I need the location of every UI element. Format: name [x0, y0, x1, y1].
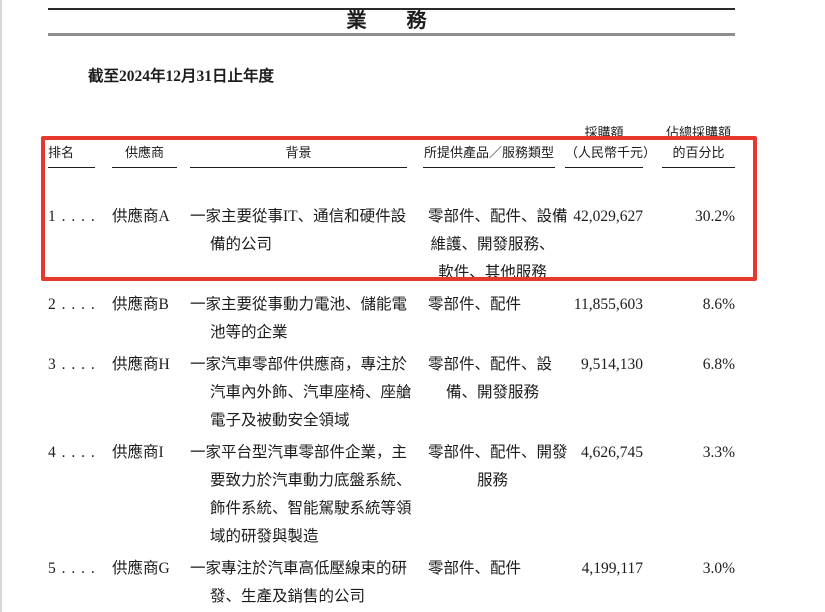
products-cell: 零部件、配件、開發 服務: [428, 444, 568, 489]
amount-cell: 42,029,627: [573, 208, 643, 225]
document-page: 業 務 截至2024年12月31日止年度 排名 供應商 背景 所提供產品／服務類…: [41, 0, 757, 611]
percentage-cell: 6.8%: [702, 356, 735, 373]
background-cell: 一家汽車零部件供應商，專注於 汽車內外飾、汽車座椅、座艙 電子及被動安全領域: [190, 356, 412, 429]
table-row: 3 . . . . 供應商H 一家汽車零部件供應商，專注於 汽車內外飾、汽車座椅、…: [48, 351, 735, 435]
amount-cell: 4,199,117: [581, 560, 643, 577]
supplier-cell: 供應商I: [112, 444, 164, 461]
percentage-cell: 8.6%: [702, 296, 735, 313]
header-amount: 採購額 （人民幣千元）: [557, 118, 656, 168]
table-row: 5 . . . . 供應商G 一家專注於汽車高低壓線束的研 發、生產及銷售的公司 …: [48, 555, 735, 611]
amount-cell: 4,626,745: [581, 444, 643, 461]
products-cell: 零部件、配件: [428, 560, 522, 577]
amount-cell: 9,514,130: [581, 356, 643, 373]
table-row: 4 . . . . 供應商I 一家平台型汽車零部件企業，主 要致力於汽車動力底盤系…: [48, 439, 735, 551]
table-row: 1 . . . . 供應商A 一家主要從事IT、通信和硬件設 備的公司 零部件、配…: [48, 203, 735, 287]
reporting-period: 截至2024年12月31日止年度: [88, 68, 275, 85]
products-cell: 零部件、配件: [428, 296, 522, 313]
suppliers-table: 排名 供應商 背景 所提供產品／服務類型 採購額 （人民幣千元） 佔總採購額 的…: [41, 118, 757, 611]
products-cell: 零部件、配件、設備 維護、開發服務、 軟件、其他服務: [428, 208, 568, 281]
supplier-cell: 供應商H: [112, 356, 170, 373]
header-rank: 排名: [48, 118, 112, 168]
rank-cell: 4 . . . .: [48, 444, 96, 461]
supplier-cell: 供應商G: [112, 560, 170, 577]
rank-cell: 5 . . . .: [48, 560, 96, 577]
header-supplier: 供應商: [112, 118, 190, 168]
table-header-row: 排名 供應商 背景 所提供產品／服務類型 採購額 （人民幣千元） 佔總採購額 的…: [48, 118, 735, 168]
background-cell: 一家主要從事IT、通信和硬件設 備的公司: [190, 208, 407, 253]
supplier-cell: 供應商A: [112, 208, 170, 225]
background-cell: 一家專注於汽車高低壓線束的研 發、生產及銷售的公司: [190, 560, 408, 605]
header-background: 背景: [190, 118, 423, 168]
rank-cell: 3 . . . .: [48, 356, 96, 373]
section-title: 業 務: [346, 10, 437, 32]
percentage-cell: 3.3%: [702, 444, 735, 461]
percentage-cell: 30.2%: [694, 208, 735, 225]
rank-cell: 2 . . . .: [48, 296, 96, 313]
products-cell: 零部件、配件、設 備、開發服務: [428, 356, 553, 401]
rank-cell: 1 . . . .: [48, 208, 96, 225]
percentage-cell: 3.0%: [702, 560, 735, 577]
supplier-cell: 供應商B: [112, 296, 169, 313]
amount-cell: 11,855,603: [573, 296, 643, 313]
background-cell: 一家平台型汽車零部件企業，主 要致力於汽車動力底盤系統、 飾件系統、智能駕駛系統等領…: [190, 444, 412, 545]
section-header-band: 業 務: [48, 8, 735, 36]
background-cell: 一家主要從事動力電池、儲能電 池等的企業: [190, 296, 408, 341]
page-edge-line: [0, 0, 2, 612]
table-body: 1 . . . . 供應商A 一家主要從事IT、通信和硬件設 備的公司 零部件、配…: [48, 203, 735, 611]
bottom-rule: [48, 33, 735, 36]
table-row: 2 . . . . 供應商B 一家主要從事動力電池、儲能電 池等的企業 零部件、配…: [48, 291, 735, 347]
header-percentage: 佔總採購額 的百分比: [643, 118, 735, 168]
header-products: 所提供產品／服務類型: [423, 118, 557, 168]
